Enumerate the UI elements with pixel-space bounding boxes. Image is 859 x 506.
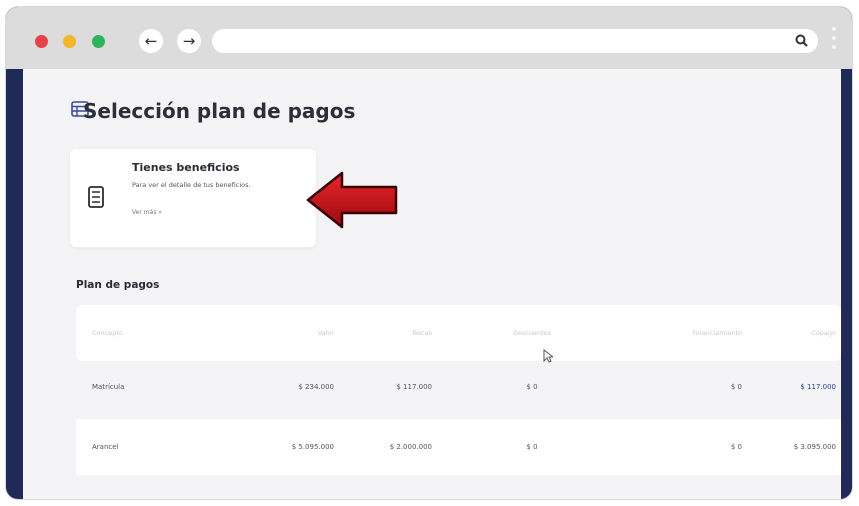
table-row: Arancel $ 5.095.000 $ 2.000.000 $ 0 $ 0 …: [76, 419, 841, 475]
browser-menu-icon[interactable]: [832, 24, 836, 56]
table-cell: $ 117.000: [800, 383, 836, 391]
red-arrow-pointer: [306, 171, 398, 229]
column-header: Copago: [811, 329, 836, 337]
see-more-link[interactable]: Ver más »: [132, 209, 162, 216]
browser-window: ← → Selección plan de pagos Tienes benef…: [6, 7, 852, 499]
page-content: Selección plan de pagos Tienes beneficio…: [23, 69, 841, 499]
close-window-button[interactable]: [35, 35, 48, 48]
browser-titlebar: ← →: [6, 7, 852, 69]
table-cell: $ 117.000: [396, 383, 432, 391]
minimize-window-button[interactable]: [63, 35, 76, 48]
column-header: Financiamiento: [692, 329, 742, 337]
table-cell: $ 3.095.000: [793, 443, 836, 451]
table-cell: $ 2.000.000: [389, 443, 432, 451]
table-cell: Arancel: [92, 443, 119, 451]
benefits-card-title: Tienes beneficios: [132, 161, 240, 174]
table-cell: $ 234.000: [298, 383, 334, 391]
table-cell: $ 0: [730, 383, 742, 391]
table-cell: $ 5.095.000: [291, 443, 334, 451]
payment-plan-table: Concepto Valor Becas Descuentos Financia…: [76, 305, 841, 481]
section-title-plan: Plan de pagos: [76, 279, 160, 291]
column-header: Becas: [412, 329, 432, 337]
benefits-card[interactable]: Tienes beneficios Para ver el detalle de…: [70, 149, 316, 247]
column-header: Concepto: [92, 329, 123, 337]
table-cell: $ 0: [526, 383, 538, 391]
table-cell: Matrícula: [92, 383, 125, 391]
checklist-icon: [88, 186, 104, 208]
arrow-left-icon: ←: [144, 32, 158, 50]
forward-button[interactable]: →: [177, 29, 201, 53]
column-header: Valor: [317, 329, 334, 337]
column-header: Descuentos: [512, 329, 552, 337]
arrow-right-icon: →: [182, 32, 196, 50]
back-button[interactable]: ←: [139, 29, 163, 53]
table-header: Concepto Valor Becas Descuentos Financia…: [76, 305, 841, 361]
benefits-card-description: Para ver el detalle de tus beneficios.: [132, 181, 251, 189]
maximize-window-button[interactable]: [92, 35, 105, 48]
table-row: Matrícula $ 234.000 $ 117.000 $ 0 $ 0 $ …: [76, 361, 841, 411]
table-cell: $ 0: [730, 443, 742, 451]
page-title: Selección plan de pagos: [83, 99, 356, 123]
search-icon[interactable]: [794, 33, 810, 49]
mouse-cursor-icon: [543, 349, 553, 363]
table-cell: $ 0: [526, 443, 538, 451]
address-bar[interactable]: [212, 29, 818, 53]
